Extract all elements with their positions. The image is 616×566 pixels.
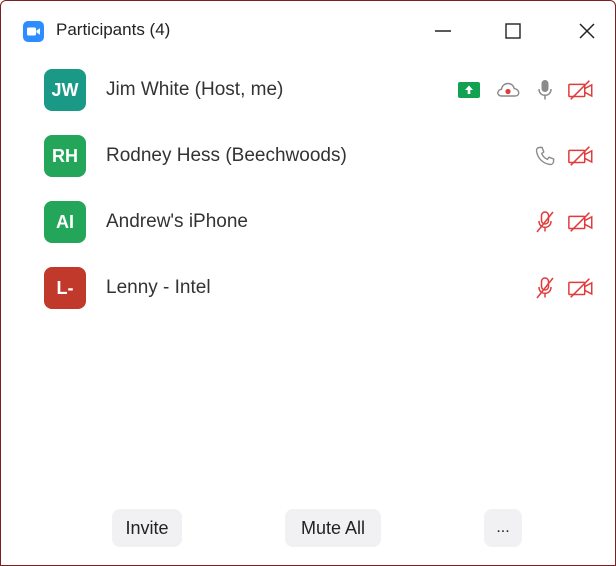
avatar-initials: RH bbox=[52, 145, 78, 166]
video-off-icon bbox=[567, 209, 595, 235]
video-off-icon bbox=[567, 77, 595, 103]
participant-row[interactable]: JW Jim White (Host, me) bbox=[1, 57, 615, 123]
invite-button[interactable]: Invite bbox=[112, 509, 182, 547]
more-options-button[interactable]: ... bbox=[484, 509, 522, 547]
avatar: L- bbox=[44, 267, 86, 309]
window-title: Participants (4) bbox=[56, 20, 171, 39]
title-bar: Participants (4) bbox=[1, 1, 615, 59]
maximize-button[interactable] bbox=[495, 15, 531, 47]
mic-icon bbox=[531, 77, 559, 103]
participant-name: Rodney Hess (Beechwoods) bbox=[106, 145, 347, 166]
avatar-initials: AI bbox=[56, 211, 74, 232]
avatar-initials: L- bbox=[56, 277, 74, 298]
participant-row[interactable]: AI Andrew's iPhone bbox=[1, 189, 615, 255]
avatar-initials: JW bbox=[51, 79, 79, 100]
phone-icon bbox=[531, 143, 559, 169]
close-icon bbox=[579, 23, 595, 39]
minimize-button[interactable] bbox=[425, 15, 461, 47]
video-off-icon bbox=[567, 275, 595, 301]
participant-list: JW Jim White (Host, me) RH Rodney Hess (… bbox=[1, 57, 615, 321]
participant-name: Lenny - Intel bbox=[106, 277, 211, 298]
avatar: JW bbox=[44, 69, 86, 111]
participants-window: Participants (4) JW Jim White (Host, me) bbox=[0, 0, 616, 566]
mute-all-button[interactable]: Mute All bbox=[285, 509, 381, 547]
share-screen-icon bbox=[455, 77, 483, 103]
minimize-icon bbox=[435, 30, 451, 32]
participant-name: Jim White (Host, me) bbox=[106, 79, 284, 100]
close-button[interactable] bbox=[569, 15, 605, 47]
mic-muted-icon bbox=[531, 275, 559, 301]
participant-row[interactable]: L- Lenny - Intel bbox=[1, 255, 615, 321]
mic-muted-icon bbox=[531, 209, 559, 235]
cloud-record-icon bbox=[494, 77, 522, 103]
participant-row[interactable]: RH Rodney Hess (Beechwoods) bbox=[1, 123, 615, 189]
participant-name: Andrew's iPhone bbox=[106, 211, 248, 232]
zoom-camera-icon bbox=[23, 21, 44, 42]
avatar: AI bbox=[44, 201, 86, 243]
maximize-icon bbox=[505, 23, 521, 39]
video-off-icon bbox=[567, 143, 595, 169]
avatar: RH bbox=[44, 135, 86, 177]
